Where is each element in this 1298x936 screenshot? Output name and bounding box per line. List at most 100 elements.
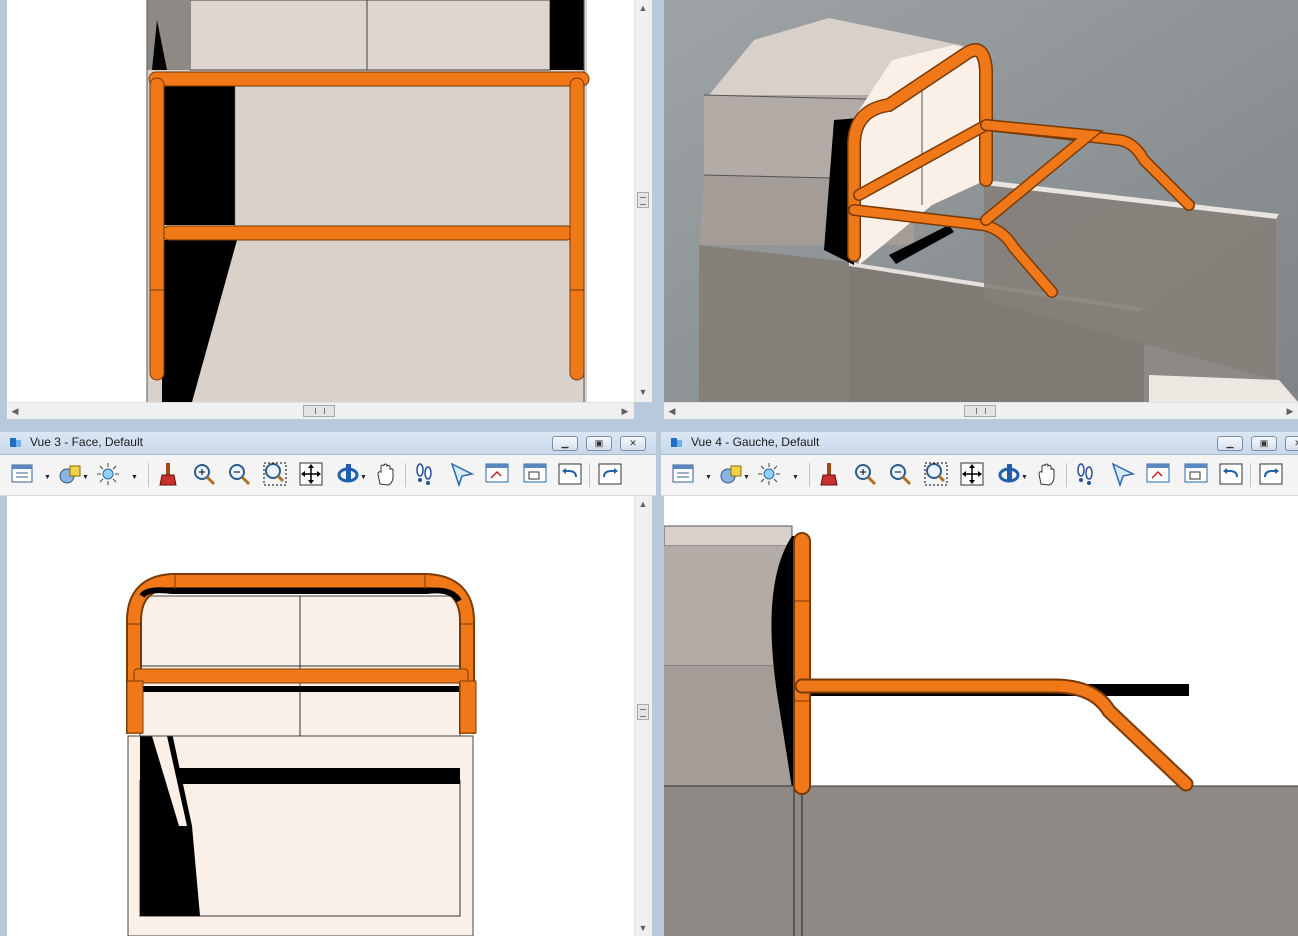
view4-model [664, 525, 1298, 936]
dropdown-arrow-icon[interactable]: ▼ [705, 474, 712, 481]
copy-view-button[interactable] [1182, 460, 1210, 488]
scroll-thumb[interactable] [637, 192, 649, 208]
redo-view-button[interactable] [1257, 460, 1285, 488]
close-button[interactable]: ✕ [1285, 436, 1298, 451]
rotate-view-icon [998, 464, 1020, 483]
view-attributes-icon [672, 464, 694, 483]
fit-view-icon [299, 462, 323, 486]
view-attributes-button[interactable] [8, 460, 36, 488]
fit-view-button[interactable] [958, 460, 986, 488]
minimize-icon: ▁ [561, 438, 569, 448]
scroll-left-icon[interactable]: ◀ [664, 403, 680, 419]
redo-view-button[interactable] [596, 460, 624, 488]
dropdown-arrow-icon[interactable]: ▼ [360, 474, 367, 481]
zoom-out-button[interactable] [225, 460, 253, 488]
dropdown-arrow-icon[interactable]: ▼ [131, 474, 138, 481]
split-divider[interactable] [656, 0, 661, 936]
restore-button[interactable]: ▣ [1251, 436, 1277, 451]
minimize-button[interactable]: ▁ [552, 436, 578, 451]
view-next-button[interactable] [1144, 460, 1172, 488]
toolbar-separator [405, 463, 406, 487]
walk-button[interactable] [1071, 460, 1099, 488]
toolbar-separator [809, 463, 810, 487]
pan-view-button[interactable] [1033, 460, 1061, 488]
window-area-button[interactable] [922, 460, 950, 488]
fit-view-button[interactable] [297, 460, 325, 488]
zoom-out-button[interactable] [886, 460, 914, 488]
copy-view-button[interactable] [521, 460, 549, 488]
minimize-icon: ▁ [1226, 438, 1234, 448]
view4-titlebar[interactable]: Vue 4 - Gauche, Default ▁ ▣ ✕ [661, 432, 1298, 455]
pan-view-icon [1038, 463, 1055, 486]
dropdown-arrow-icon[interactable]: ▼ [792, 474, 799, 481]
zoom-out-icon [890, 464, 912, 486]
walk-button[interactable] [410, 460, 438, 488]
display-style-button[interactable] [56, 460, 84, 488]
clear-view-button[interactable] [154, 460, 182, 488]
display-style-button[interactable] [717, 460, 745, 488]
restore-icon: ▣ [594, 438, 604, 448]
scroll-right-icon[interactable]: ▶ [617, 403, 633, 419]
scroll-down-icon[interactable]: ▼ [635, 920, 651, 936]
minimize-button[interactable]: ▁ [1217, 436, 1243, 451]
restore-button[interactable]: ▣ [586, 436, 612, 451]
undo-view-button[interactable] [1217, 460, 1245, 488]
scroll-up-icon[interactable]: ▲ [635, 496, 651, 512]
view-next-icon [485, 463, 509, 483]
scroll-right-icon[interactable]: ▶ [1282, 403, 1298, 419]
undo-view-button[interactable] [556, 460, 584, 488]
zoom-in-icon [855, 464, 877, 486]
copy-view-icon [1184, 463, 1208, 483]
view1-horizontal-scrollbar[interactable]: ◀ ▶ [7, 402, 634, 420]
clear-view-button[interactable] [815, 460, 843, 488]
zoom-in-button[interactable] [851, 460, 879, 488]
window-area-icon [924, 462, 948, 486]
scroll-up-icon[interactable]: ▲ [635, 0, 651, 16]
redo-view-icon [1259, 463, 1283, 485]
dropdown-arrow-icon[interactable]: ▼ [1021, 474, 1028, 481]
zoom-in-button[interactable] [190, 460, 218, 488]
scroll-thumb[interactable] [637, 704, 649, 720]
view3-vertical-scrollbar[interactable]: ▲ ▼ [634, 496, 652, 936]
window-area-button[interactable] [261, 460, 289, 488]
rotate-view-button[interactable] [995, 460, 1023, 488]
view-next-button[interactable] [483, 460, 511, 488]
view-attributes-button[interactable] [669, 460, 697, 488]
view4-title: Vue 4 - Gauche, Default [691, 435, 820, 449]
scroll-thumb[interactable] [303, 405, 335, 417]
view1-model [146, 0, 590, 402]
view1-canvas[interactable] [7, 0, 634, 402]
view-previous-button[interactable] [1109, 460, 1137, 488]
dropdown-arrow-icon[interactable]: ▼ [82, 474, 89, 481]
close-button[interactable]: ✕ [620, 436, 646, 451]
dropdown-arrow-icon[interactable]: ▼ [44, 474, 51, 481]
toolbar-separator [1250, 463, 1251, 487]
pan-view-icon [377, 463, 394, 486]
split-divider[interactable] [0, 419, 1298, 432]
lighting-icon [758, 463, 780, 485]
walk-icon [1077, 463, 1093, 485]
view-previous-button[interactable] [448, 460, 476, 488]
view4-canvas[interactable] [664, 496, 1298, 936]
dropdown-arrow-icon[interactable]: ▼ [743, 474, 750, 481]
scroll-left-icon[interactable]: ◀ [7, 403, 23, 419]
view3-canvas[interactable] [7, 496, 634, 936]
rotate-view-button[interactable] [334, 460, 362, 488]
view2-canvas[interactable] [664, 0, 1298, 402]
redo-view-icon [598, 463, 622, 485]
toolbar-separator [1066, 463, 1067, 487]
scroll-down-icon[interactable]: ▼ [635, 384, 651, 400]
pan-view-button[interactable] [372, 460, 400, 488]
view1-vertical-scrollbar[interactable]: ▲ ▼ [634, 0, 652, 402]
lighting-button[interactable] [755, 460, 783, 488]
view-previous-icon [1111, 462, 1136, 488]
view3-titlebar[interactable]: Vue 3 - Face, Default ▁ ▣ ✕ [0, 432, 656, 455]
fit-view-icon [960, 462, 984, 486]
view2-horizontal-scrollbar[interactable]: ◀ ▶ [664, 402, 1298, 420]
rotate-view-icon [337, 464, 359, 483]
view4-toolbar: ▼ ▼ ▼ ▼ [661, 455, 1298, 496]
scroll-thumb[interactable] [964, 405, 996, 417]
lighting-button[interactable] [94, 460, 122, 488]
view3-toolbar: ▼ ▼ ▼ ▼ [0, 455, 656, 496]
toolbar-separator [148, 463, 149, 487]
